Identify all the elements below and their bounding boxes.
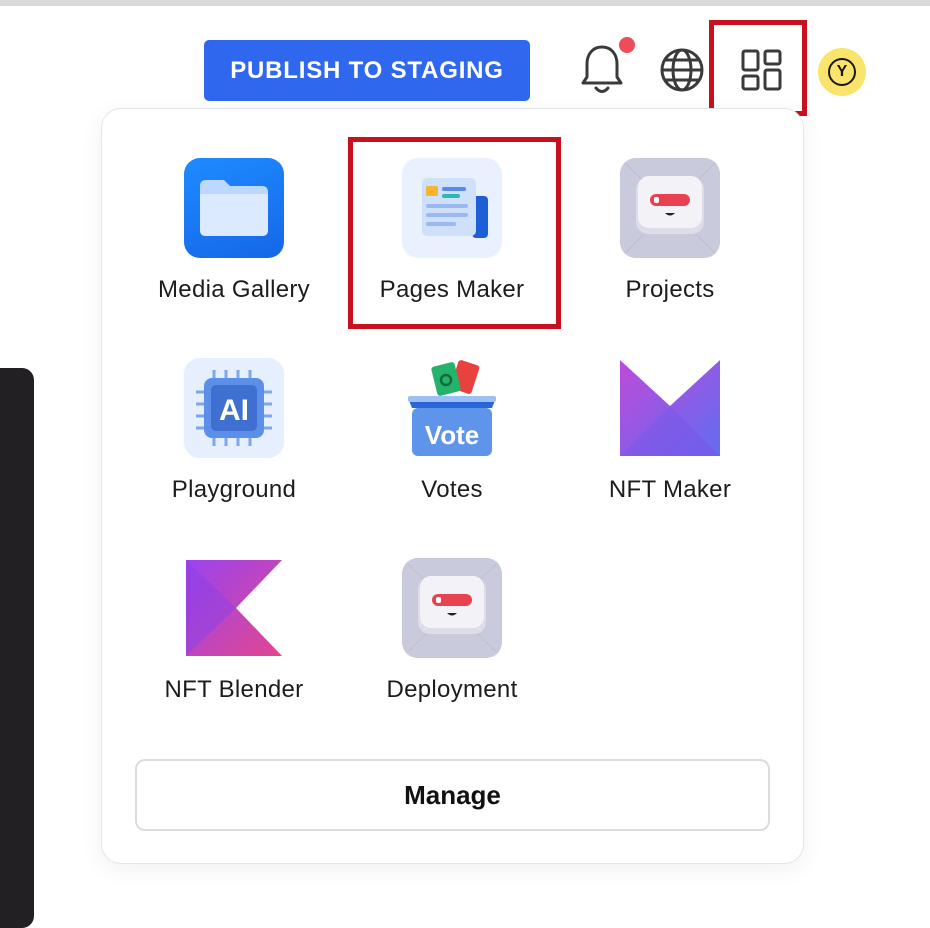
app-votes[interactable]: Vote Votes bbox=[352, 358, 552, 538]
app-label: Pages Maker bbox=[379, 276, 525, 303]
app-label: Projects bbox=[625, 276, 715, 303]
globe-icon[interactable] bbox=[658, 44, 706, 96]
ai-chip-text: AI bbox=[219, 394, 249, 427]
bell-icon[interactable] bbox=[578, 42, 626, 98]
publish-to-staging-button[interactable]: PUBLISH TO STAGING bbox=[204, 40, 530, 101]
avatar-initial: Y bbox=[828, 58, 856, 86]
manage-button[interactable]: Manage bbox=[135, 759, 770, 831]
vote-icon-text: Vote bbox=[425, 420, 479, 450]
app-label: Playground bbox=[171, 476, 297, 503]
nft-maker-logo-icon bbox=[620, 358, 720, 458]
app-nft-maker[interactable]: NFT Maker bbox=[570, 358, 770, 538]
notification-badge bbox=[619, 37, 635, 53]
app-nft-blender[interactable]: NFT Blender bbox=[134, 558, 334, 738]
avatar[interactable]: Y bbox=[818, 48, 866, 96]
app-label: Votes bbox=[421, 476, 483, 503]
robot-icon bbox=[620, 158, 720, 258]
robot-icon bbox=[402, 558, 502, 658]
nft-blender-logo-icon bbox=[184, 558, 284, 658]
app-label: NFT Blender bbox=[164, 676, 304, 703]
pages-maker-icon bbox=[402, 158, 502, 258]
app-label: NFT Maker bbox=[608, 476, 732, 503]
app-playground[interactable]: AI Playground bbox=[134, 358, 334, 538]
app-pages-maker[interactable]: Pages Maker bbox=[352, 158, 552, 338]
app-label: Deployment bbox=[386, 676, 518, 703]
folder-icon bbox=[184, 158, 284, 258]
ai-chip-icon: AI bbox=[184, 358, 284, 458]
apps-grid-icon[interactable] bbox=[736, 44, 788, 96]
vote-box-icon: Vote bbox=[402, 358, 502, 458]
app-projects[interactable]: Projects bbox=[570, 158, 770, 338]
app-media-gallery[interactable]: Media Gallery bbox=[134, 158, 334, 338]
browser-top-edge bbox=[0, 0, 930, 6]
app-label: Media Gallery bbox=[158, 276, 310, 303]
background-panel bbox=[0, 368, 34, 928]
app-deployment[interactable]: Deployment bbox=[352, 558, 552, 738]
